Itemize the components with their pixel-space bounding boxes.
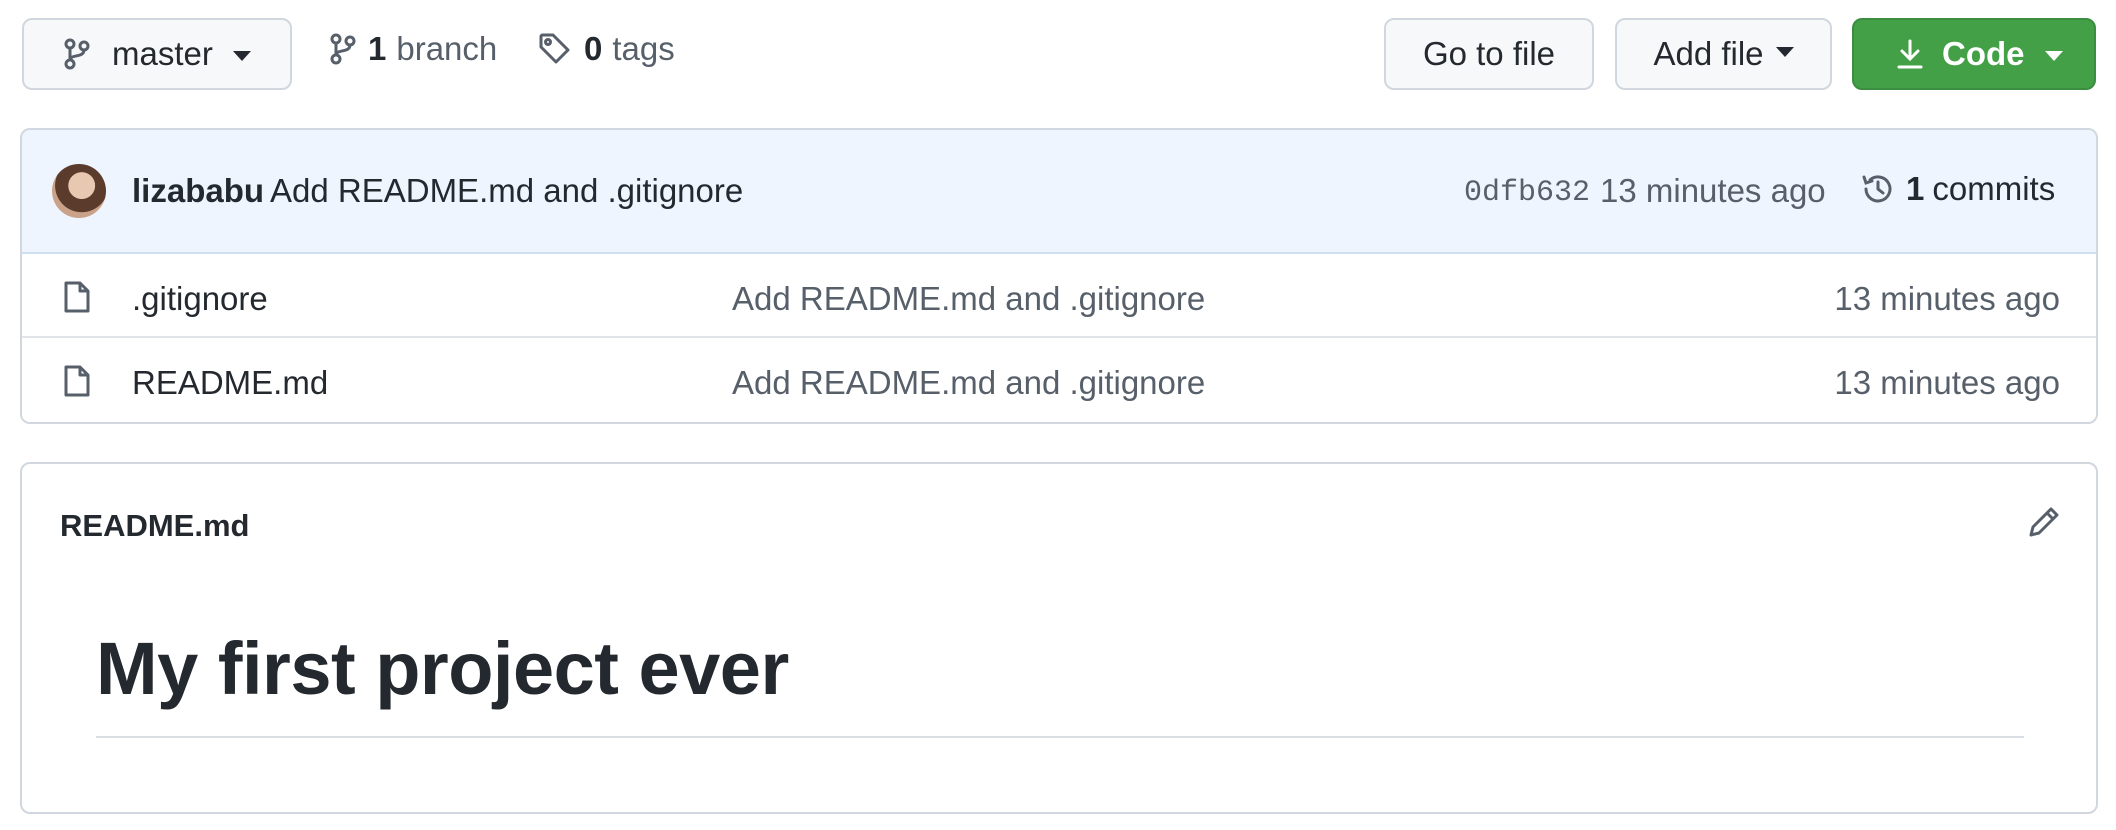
file-commit-message-link[interactable]: Add README.md and .gitignore xyxy=(732,364,1205,402)
avatar[interactable] xyxy=(52,164,106,218)
add-file-label: Add file xyxy=(1653,35,1764,72)
code-button[interactable]: Code xyxy=(1852,18,2096,90)
heading-divider xyxy=(96,736,2024,738)
commit-count-label: commits xyxy=(1932,170,2056,207)
file-name-link[interactable]: README.md xyxy=(132,364,328,402)
commit-message-link[interactable]: Add README.md and .gitignore xyxy=(270,172,743,210)
file-icon xyxy=(62,280,92,314)
file-row[interactable]: README.md Add README.md and .gitignore 1… xyxy=(22,338,2096,422)
chevron-down-icon xyxy=(1775,47,1794,57)
commit-author-link[interactable]: lizababu xyxy=(132,172,264,210)
readme-filename[interactable]: README.md xyxy=(60,508,249,544)
chevron-down-icon xyxy=(2044,51,2063,61)
branches-count: 1 xyxy=(368,30,387,67)
file-name-link[interactable]: .gitignore xyxy=(132,280,268,318)
branch-selector-button[interactable]: master xyxy=(22,18,292,90)
go-to-file-label: Go to file xyxy=(1422,35,1556,72)
branches-label: branch xyxy=(396,30,498,67)
commit-count: 1 xyxy=(1906,170,1925,207)
file-commit-message-link[interactable]: Add README.md and .gitignore xyxy=(732,280,1205,318)
tag-icon xyxy=(538,32,572,66)
file-commit-time: 13 minutes ago xyxy=(1834,280,2060,317)
file-commit-time: 13 minutes ago xyxy=(1834,364,2060,401)
go-to-file-button[interactable]: Go to file xyxy=(1384,18,1594,90)
history-icon xyxy=(1860,171,1896,207)
code-label: Code xyxy=(1942,35,2025,72)
tags-link[interactable]: 0 tags xyxy=(538,30,675,68)
tags-label: tags xyxy=(612,30,675,67)
latest-commit-bar: lizababu Add README.md and .gitignore 0d… xyxy=(22,130,2096,254)
download-icon xyxy=(1896,38,1924,70)
file-icon xyxy=(62,364,92,398)
pencil-icon[interactable] xyxy=(2026,504,2062,540)
readme-heading: My first project ever xyxy=(96,627,789,710)
file-browser: lizababu Add README.md and .gitignore 0d… xyxy=(20,128,2098,424)
tags-count: 0 xyxy=(584,30,603,67)
branches-link[interactable]: 1 branch xyxy=(330,30,497,68)
chevron-down-icon xyxy=(232,51,251,61)
git-branch-icon xyxy=(64,38,90,70)
repo-toolbar: master 1 branch 0 tags Go to file Add fi… xyxy=(0,0,2116,110)
git-branch-icon xyxy=(330,33,356,65)
commit-sha-link[interactable]: 0dfb632 xyxy=(1464,176,1590,210)
file-row[interactable]: .gitignore Add README.md and .gitignore … xyxy=(22,254,2096,338)
commit-time: 13 minutes ago xyxy=(1600,172,1826,209)
commit-history-link[interactable]: 1 commits xyxy=(1860,170,2055,208)
branch-name: master xyxy=(112,35,213,72)
readme-panel: README.md My first project ever xyxy=(20,462,2098,814)
add-file-button[interactable]: Add file xyxy=(1615,18,1832,90)
